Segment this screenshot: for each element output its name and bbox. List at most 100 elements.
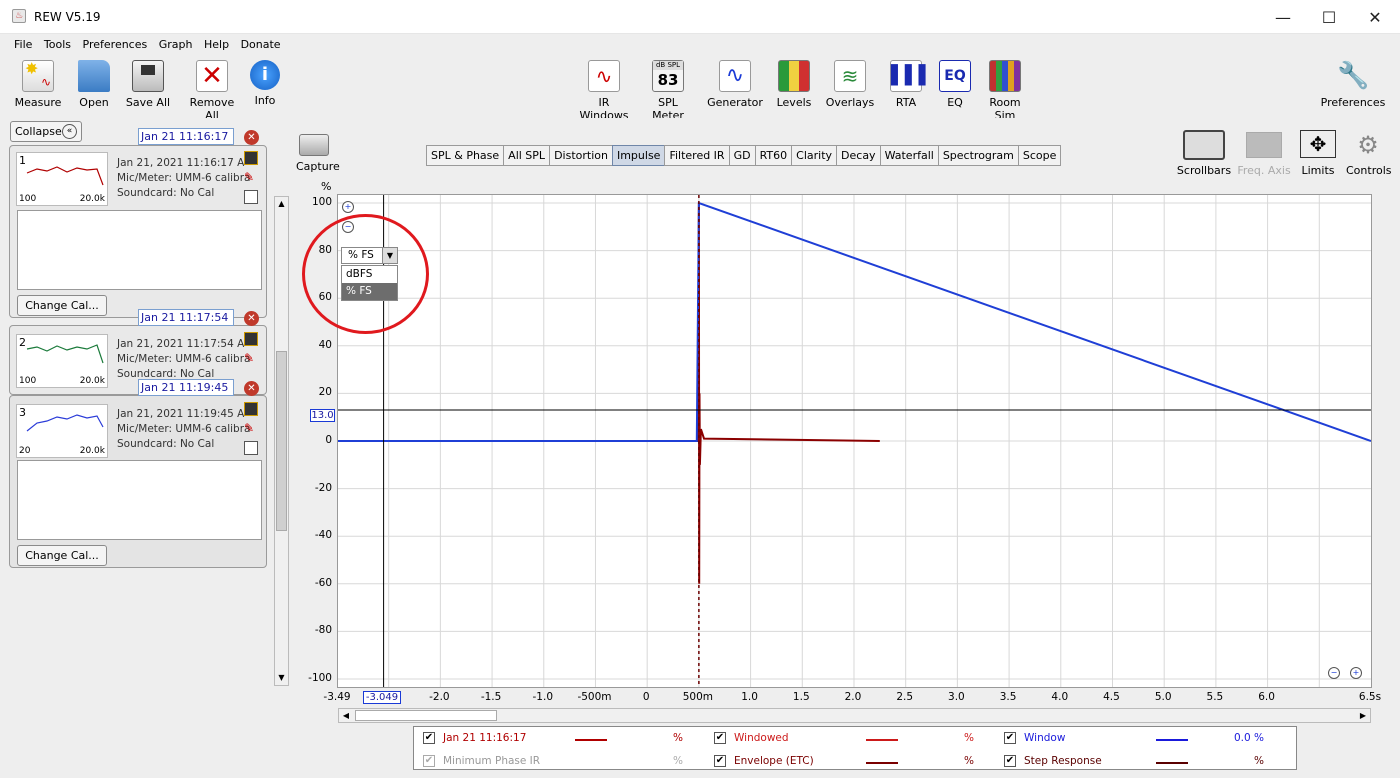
remove-measurement-icon[interactable]: ✕ bbox=[244, 311, 259, 326]
x-tick-label: -2.0 bbox=[429, 691, 450, 703]
levels-label: Levels bbox=[776, 96, 812, 109]
y-tick-label: 20 bbox=[318, 386, 332, 399]
menu-tools[interactable]: Tools bbox=[40, 34, 75, 56]
measurement-mic: Mic/Meter: UMM-6 calibra bbox=[117, 423, 251, 435]
pen-icon[interactable]: ✎ bbox=[244, 170, 258, 184]
save-all-label: Save All bbox=[125, 96, 171, 109]
remove-measurement-icon[interactable]: ✕ bbox=[244, 130, 259, 145]
generator-button[interactable]: ∿ Generator bbox=[707, 60, 763, 109]
edit-icon[interactable] bbox=[244, 402, 258, 416]
ir-windows-button[interactable]: ∿ IR Windows bbox=[573, 60, 635, 122]
measurement-notes[interactable] bbox=[17, 460, 262, 540]
menu-preferences[interactable]: Preferences bbox=[79, 34, 152, 56]
measurement-panel-3[interactable]: Jan 21 11:19:45 ✕ 3 20 20.0k Jan 21, 202… bbox=[9, 379, 267, 568]
legend-checkbox[interactable]: ✔ bbox=[714, 755, 726, 767]
change-cal-button[interactable]: Change Cal... bbox=[17, 545, 107, 566]
scroll-down-arrow[interactable]: ▼ bbox=[275, 671, 288, 685]
tab-distortion[interactable]: Distortion bbox=[549, 145, 613, 166]
rta-button[interactable]: ▌▌▌ RTA bbox=[888, 60, 933, 109]
menu-file[interactable]: File bbox=[10, 34, 36, 56]
title-bar: ♨ REW V5.19 — ☐ ✕ bbox=[0, 0, 1400, 34]
pen-icon[interactable]: ✎ bbox=[244, 421, 258, 435]
tab-scope[interactable]: Scope bbox=[1017, 145, 1062, 166]
measurement-panel-1[interactable]: Jan 21 11:16:17 ✕ 1 100 20.0k Jan 21, 20… bbox=[9, 128, 267, 318]
scroll-left-arrow[interactable]: ◀ bbox=[339, 709, 353, 722]
x-tick-label: 1.0 bbox=[741, 691, 758, 703]
legend-checkbox[interactable]: ✔ bbox=[1004, 755, 1016, 767]
maximize-button[interactable]: ☐ bbox=[1306, 0, 1352, 34]
tab-spl-phase[interactable]: SPL & Phase bbox=[426, 145, 505, 166]
collapse-button[interactable]: Collapse « bbox=[10, 121, 82, 142]
measure-button[interactable]: ✸ ∿ Measure bbox=[14, 59, 62, 109]
x-tick-label: 2.0 bbox=[844, 691, 862, 703]
notes-icon[interactable] bbox=[244, 441, 258, 455]
tab-filtered-ir[interactable]: Filtered IR bbox=[664, 145, 730, 166]
overlays-button[interactable]: ≋ Overlays bbox=[824, 60, 876, 109]
y-tick-label: 40 bbox=[318, 338, 332, 351]
change-cal-button[interactable]: Change Cal... bbox=[17, 295, 107, 316]
notes-icon[interactable] bbox=[244, 190, 258, 204]
remove-all-button[interactable]: ✕ Remove All bbox=[182, 60, 242, 122]
tab-impulse[interactable]: Impulse bbox=[611, 145, 666, 166]
measurement-notes[interactable] bbox=[17, 210, 262, 290]
save-all-button[interactable]: Save All bbox=[124, 60, 172, 109]
tab-waterfall[interactable]: Waterfall bbox=[879, 145, 939, 166]
collapse-icon: « bbox=[62, 124, 77, 139]
menu-graph[interactable]: Graph bbox=[155, 34, 197, 56]
scroll-thumb[interactable] bbox=[355, 710, 497, 721]
graph-area[interactable]: + − − + % FS ▼ dBFS % FS bbox=[337, 194, 1372, 688]
limits-button[interactable]: ✥ Limits bbox=[1296, 130, 1340, 177]
menu-help[interactable]: Help bbox=[200, 34, 233, 56]
legend-label: Minimum Phase IR bbox=[443, 755, 541, 767]
info-button[interactable]: i Info bbox=[248, 60, 282, 107]
tab-decay[interactable]: Decay bbox=[836, 145, 881, 166]
close-button[interactable]: ✕ bbox=[1352, 0, 1398, 34]
tab-spectrogram[interactable]: Spectrogram bbox=[937, 145, 1019, 166]
room-sim-button[interactable]: Room Sim bbox=[978, 60, 1032, 122]
horizontal-scrollbar[interactable]: ◀ ▶ bbox=[338, 708, 1371, 723]
legend-checkbox[interactable]: ✔ bbox=[1004, 732, 1016, 744]
freq-axis-button[interactable]: Freq. Axis bbox=[1236, 130, 1292, 177]
scroll-right-arrow[interactable]: ▶ bbox=[1356, 709, 1370, 722]
x-tick-label: -1.5 bbox=[480, 691, 502, 703]
tab-rt60[interactable]: RT60 bbox=[754, 145, 793, 166]
tab-all-spl[interactable]: All SPL bbox=[503, 145, 551, 166]
minimize-button[interactable]: — bbox=[1260, 0, 1306, 34]
spl-meter-value: 83 bbox=[657, 71, 679, 89]
spl-meter-button[interactable]: dB SPL 83 SPL Meter bbox=[641, 60, 695, 122]
zoom-in-x-icon[interactable]: + bbox=[1350, 667, 1362, 679]
edit-icon[interactable] bbox=[244, 151, 258, 165]
legend-checkbox[interactable]: ✔ bbox=[423, 755, 435, 767]
measurement-name-field[interactable]: Jan 21 11:19:45 bbox=[138, 379, 234, 396]
open-button[interactable]: Open bbox=[72, 60, 116, 109]
remove-measurement-icon[interactable]: ✕ bbox=[244, 381, 259, 396]
preferences-button[interactable]: 🔧 Preferences bbox=[1320, 60, 1386, 109]
legend-panel: ✔ Jan 21 11:16:17% ✔ Windowed% ✔ Window 0.0 % ✔… bbox=[413, 726, 1297, 770]
legend-checkbox[interactable]: ✔ bbox=[714, 732, 726, 744]
menu-donate[interactable]: Donate bbox=[237, 34, 285, 56]
y-tick-label: -80 bbox=[314, 624, 332, 637]
zoom-in-icon[interactable]: + bbox=[342, 201, 354, 213]
pen-icon[interactable]: ✎ bbox=[244, 351, 258, 365]
controls-button[interactable]: ⚙ Controls bbox=[1346, 130, 1392, 177]
tab-clarity[interactable]: Clarity bbox=[791, 145, 838, 166]
scrollbars-button[interactable]: Scrollbars bbox=[1176, 130, 1232, 177]
levels-button[interactable]: Levels bbox=[774, 60, 814, 109]
eq-button[interactable]: EQ EQ bbox=[938, 60, 972, 109]
tab-gd[interactable]: GD bbox=[728, 145, 756, 166]
wrench-icon: 🔧 bbox=[1337, 61, 1370, 91]
sidebar-scrollbar[interactable]: ▲ ▼ bbox=[274, 196, 289, 686]
camera-icon bbox=[299, 134, 329, 156]
legend-value: % bbox=[1254, 755, 1264, 767]
capture-button[interactable]: Capture bbox=[296, 134, 340, 173]
legend-checkbox[interactable]: ✔ bbox=[423, 732, 435, 744]
scroll-thumb[interactable] bbox=[276, 351, 287, 531]
scroll-up-arrow[interactable]: ▲ bbox=[275, 197, 288, 211]
measurement-name-field[interactable]: Jan 21 11:17:54 bbox=[138, 309, 234, 326]
overlays-icon: ≋ bbox=[834, 60, 866, 92]
remove-icon: ✕ bbox=[196, 60, 228, 92]
measurement-name-field[interactable]: Jan 21 11:16:17 bbox=[138, 128, 234, 145]
y-tick-label: -40 bbox=[314, 529, 332, 542]
zoom-out-x-icon[interactable]: − bbox=[1328, 667, 1340, 679]
edit-icon[interactable] bbox=[244, 332, 258, 346]
